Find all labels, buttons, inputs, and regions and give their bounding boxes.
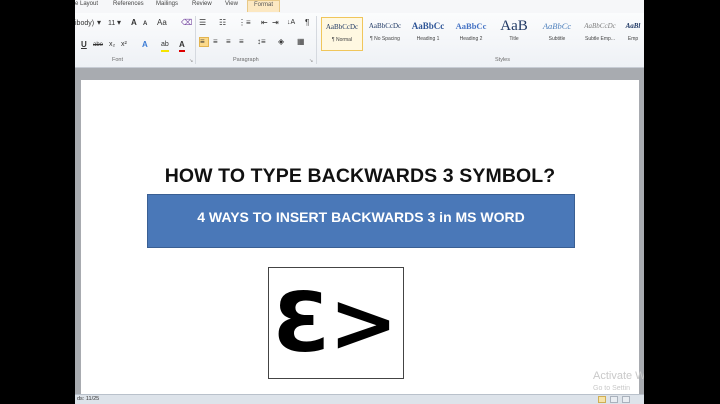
style-name: Emp: [627, 36, 639, 42]
print-layout-view-button[interactable]: [598, 396, 606, 403]
borders-icon[interactable]: ▦: [297, 37, 305, 47]
underline-icon[interactable]: U: [81, 40, 87, 50]
style-sample: AaBbCcDc: [584, 22, 616, 30]
tab-view[interactable]: View: [225, 1, 238, 7]
tab-mailings[interactable]: Mailings: [156, 1, 178, 7]
font-size-dropdown[interactable]: 11: [108, 20, 115, 27]
font-group-label: Font: [112, 57, 124, 63]
status-bar: ds: 11/25: [75, 394, 644, 404]
grow-font-icon[interactable]: A: [131, 18, 137, 28]
word-window: e Layout References Mailings Review View…: [75, 0, 644, 404]
page-title: HOW TO TYPE BACKWARDS 3 SYMBOL?: [164, 165, 556, 187]
backwards-3-symbol: 3>: [267, 276, 403, 372]
style-sample: AaB: [500, 18, 528, 33]
ribbon-tab-bar: e Layout References Mailings Review View…: [75, 0, 644, 13]
style-subtitle[interactable]: AaBbCc Subtitle: [536, 17, 578, 51]
style-heading-1[interactable]: AaBbCc Heading 1: [407, 17, 449, 51]
style-sample: AaBbCc: [455, 21, 487, 31]
align-left-icon: ≡: [200, 37, 205, 46]
align-center-icon[interactable]: ≡: [213, 37, 218, 47]
tab-format[interactable]: Format: [247, 0, 281, 12]
document-page[interactable]: HOW TO TYPE BACKWARDS 3 SYMBOL? 4 WAYS T…: [81, 80, 644, 394]
symbol-image-box[interactable]: 3>: [268, 267, 404, 379]
decrease-indent-icon[interactable]: ⇤: [261, 18, 268, 28]
style-name: Subtitle: [548, 36, 566, 42]
shading-icon[interactable]: ◈: [278, 37, 284, 47]
highlight-icon[interactable]: ab: [161, 40, 169, 52]
increase-indent-icon[interactable]: ⇥: [272, 18, 279, 28]
subtitle-banner: 4 WAYS TO INSERT BACKWARDS 3 in MS WORD: [147, 194, 575, 248]
arrow-glyph: >: [329, 276, 398, 371]
style-name: ¶ Normal: [331, 37, 353, 43]
ribbon: ibody) ▾ 11 ▾ A A Aa ⌫ U abe x₂ x² A ab …: [75, 13, 644, 68]
line-spacing-icon[interactable]: ↕≡: [257, 37, 266, 47]
style-sample: AaBl: [625, 22, 641, 30]
show-formatting-icon[interactable]: ¶: [305, 18, 309, 28]
superscript-icon[interactable]: x²: [121, 40, 127, 50]
web-layout-view-button[interactable]: [622, 396, 630, 403]
word-count[interactable]: ds: 11/25: [77, 396, 99, 402]
strikethrough-icon[interactable]: abe: [93, 40, 103, 50]
banner-text: 4 WAYS TO INSERT BACKWARDS 3 in MS WORD: [197, 209, 525, 225]
style-name: Title: [509, 36, 519, 42]
shrink-font-icon[interactable]: A: [143, 19, 147, 29]
align-right-icon[interactable]: ≡: [226, 37, 231, 47]
tab-review[interactable]: Review: [192, 1, 212, 7]
style-sample: AaBbCcDc: [368, 22, 402, 30]
font-color-icon[interactable]: A: [179, 40, 185, 52]
document-area[interactable]: HOW TO TYPE BACKWARDS 3 SYMBOL? 4 WAYS T…: [75, 68, 644, 394]
style-no-spacing[interactable]: AaBbCcDc ¶ No Spacing: [364, 17, 406, 51]
multilevel-list-icon[interactable]: ⋮≡: [238, 18, 251, 28]
backwards-3-glyph: 3: [272, 276, 330, 371]
activate-windows-subtext: Go to Settin: [593, 385, 630, 392]
clear-formatting-icon[interactable]: ⌫: [181, 18, 192, 28]
style-emphasis[interactable]: AaBl Emp: [622, 17, 644, 51]
chevron-down-icon[interactable]: ▾: [97, 18, 101, 28]
styles-group-label: Styles: [495, 57, 510, 63]
style-sample: AaBbCc: [411, 21, 445, 31]
numbering-icon[interactable]: ☷: [219, 18, 226, 28]
sort-icon[interactable]: ↓A: [287, 18, 295, 28]
group-divider: [316, 16, 317, 64]
style-name: Heading 2: [459, 36, 483, 42]
activate-windows-watermark: Activate W: [593, 370, 644, 382]
style-sample: AaBbCcDc: [325, 23, 359, 31]
style-name: Subtle Emp...: [584, 36, 615, 42]
change-case-icon[interactable]: Aa: [157, 18, 167, 28]
chevron-down-icon[interactable]: ▾: [117, 18, 121, 28]
paragraph-group-label: Paragraph: [233, 57, 259, 63]
font-name-dropdown[interactable]: ibody): [75, 20, 94, 27]
bullets-icon[interactable]: ☰: [199, 18, 206, 28]
font-dialog-launcher-icon[interactable]: ↘: [189, 58, 193, 64]
paragraph-dialog-launcher-icon[interactable]: ↘: [309, 58, 313, 64]
group-divider: [195, 16, 196, 64]
style-heading-2[interactable]: AaBbCc Heading 2: [450, 17, 492, 51]
tab-page-layout[interactable]: e Layout: [75, 1, 98, 7]
style-title[interactable]: AaB Title: [493, 17, 535, 51]
style-name: Heading 1: [416, 36, 440, 42]
style-name: ¶ No Spacing: [370, 36, 400, 42]
style-subtle-emphasis[interactable]: AaBbCcDc Subtle Emp...: [579, 17, 621, 51]
full-screen-view-button[interactable]: [610, 396, 618, 403]
style-normal[interactable]: AaBbCcDc ¶ Normal: [321, 17, 363, 51]
tab-references[interactable]: References: [113, 1, 144, 7]
style-sample: AaBbCc: [542, 21, 572, 31]
justify-icon[interactable]: ≡: [239, 37, 244, 47]
subscript-icon[interactable]: x₂: [109, 40, 115, 50]
text-effects-icon[interactable]: A: [142, 40, 148, 50]
